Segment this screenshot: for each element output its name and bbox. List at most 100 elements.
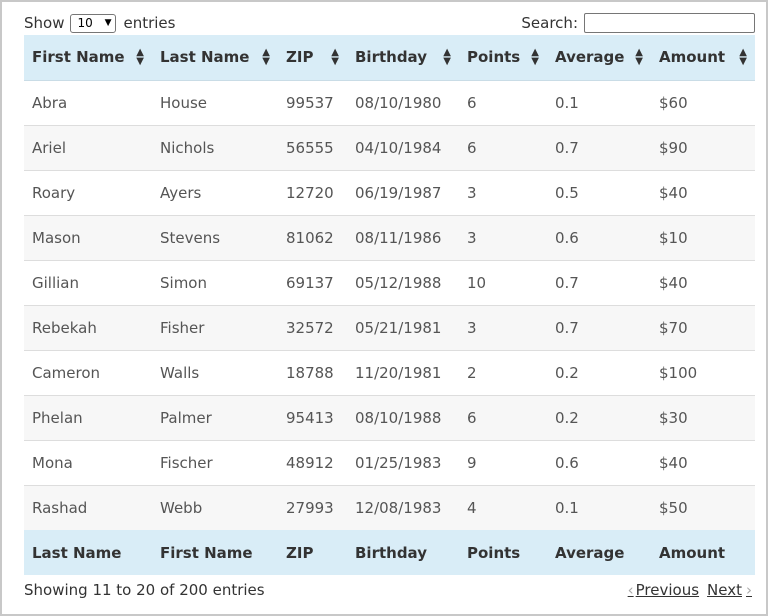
cell-zip: 27993 (278, 484, 347, 530)
cell-points: 3 (459, 169, 547, 215)
cell-zip: 99537 (286, 93, 334, 112)
footer-row: Last Name First Name ZIP Birthday Points… (24, 530, 755, 575)
column-header-amount[interactable]: Amount ▲ ▼ (651, 35, 755, 81)
cell-last-name: Nichols (152, 124, 278, 170)
cell-birthday: 12/08/1983 (347, 484, 459, 530)
chevron-down-icon: ▼ (104, 18, 112, 28)
footer-cell-points: Points (459, 530, 547, 575)
cell-zip: 18788 (278, 349, 347, 395)
column-header-last-name[interactable]: Last Name ▲ ▼ (152, 35, 278, 81)
sort-both-icon: ▲ ▼ (443, 47, 451, 68)
datatable-widget: Show 10 ▼ entries Search: First Name ▲ ▼ L… (0, 0, 768, 616)
table-info: Showing 11 to 20 of 200 entries (24, 581, 265, 599)
table-row: Phelan Palmer 95413 08/10/1988 6 0.2 $30 (24, 394, 755, 440)
show-label: Show (24, 14, 65, 32)
column-header-birthday[interactable]: Birthday ▲ ▼ (347, 35, 459, 81)
column-header-zip[interactable]: ZIP ▲ ▼ (278, 35, 347, 81)
cell-average: 0.1 (547, 484, 651, 530)
table-row: Abra House 99537 08/10/1980 6 0.1 $60 (24, 80, 755, 125)
footer-cell-amount: Amount (651, 530, 755, 575)
table-controls: Show 10 ▼ entries Search: (24, 12, 755, 34)
cell-birthday: 08/10/1988 (347, 394, 459, 440)
search-input[interactable] (584, 13, 755, 33)
column-header-average[interactable]: Average ▲ ▼ (547, 35, 651, 81)
cell-points: 9 (459, 439, 547, 485)
cell-last-name: Walls (152, 349, 278, 395)
cell-last-name: Webb (152, 484, 278, 530)
cell-amount: $60 (659, 93, 688, 112)
cell-last-name: Fisher (152, 304, 278, 350)
header-row: First Name ▲ ▼ Last Name ▲ ▼ ZIP ▲ ▼ Birthday ▲… (24, 35, 755, 81)
cell-last-name: Palmer (152, 394, 278, 440)
cell-last-name: Simon (152, 259, 278, 305)
cell-birthday: 04/10/1984 (347, 124, 459, 170)
cell-points: 6 (467, 93, 477, 112)
cell-birthday: 05/21/1981 (347, 304, 459, 350)
cell-first-name: Roary (24, 169, 152, 215)
cell-zip: 69137 (278, 259, 347, 305)
table-row: Rebekah Fisher 32572 05/21/1981 3 0.7 $7… (24, 304, 755, 350)
cell-first-name: Ariel (24, 124, 152, 170)
cell-birthday: 11/20/1981 (347, 349, 459, 395)
sort-both-icon: ▲ ▼ (136, 47, 144, 68)
cell-birthday: 06/19/1987 (347, 169, 459, 215)
previous-button[interactable]: ‹ Previous (628, 581, 699, 599)
entries-per-page-value: 10 (77, 16, 93, 30)
table-row: Roary Ayers 12720 06/19/1987 3 0.5 $40 (24, 169, 755, 215)
cell-zip: 32572 (278, 304, 347, 350)
cell-points: 4 (459, 484, 547, 530)
chevron-left-icon: ‹ (627, 581, 634, 599)
cell-points: 6 (459, 394, 547, 440)
cell-zip: 95413 (278, 394, 347, 440)
footer-cell-average: Average (547, 530, 651, 575)
cell-zip: 56555 (278, 124, 347, 170)
cell-average: 0.7 (547, 259, 651, 305)
next-button[interactable]: Next › (707, 581, 752, 599)
cell-first-name: Gillian (24, 259, 152, 305)
cell-average: 0.5 (547, 169, 651, 215)
cell-first-name: Cameron (24, 349, 152, 395)
sort-both-icon: ▲ ▼ (635, 47, 643, 68)
cell-points: 6 (459, 124, 547, 170)
cell-amount: $70 (651, 304, 755, 350)
cell-average: 0.6 (547, 439, 651, 485)
footer-cell-zip: ZIP (278, 530, 347, 575)
cell-first-name: Mona (24, 439, 152, 485)
cell-average: 0.7 (547, 304, 651, 350)
cell-zip: 12720 (278, 169, 347, 215)
length-control: Show 10 ▼ entries (24, 12, 175, 34)
sort-both-icon: ▲ ▼ (331, 47, 339, 68)
column-header-first-name[interactable]: First Name ▲ ▼ (24, 35, 152, 81)
sort-both-icon: ▲ ▼ (531, 47, 539, 68)
cell-average: 0.6 (547, 214, 651, 260)
cell-first-name: Mason (24, 214, 152, 260)
search-label: Search: (521, 14, 578, 32)
cell-last-name: House (160, 93, 208, 112)
cell-last-name: Stevens (152, 214, 278, 260)
column-header-points[interactable]: Points ▲ ▼ (459, 35, 547, 81)
cell-first-name: Rashad (24, 484, 152, 530)
footer-cell-last-name: Last Name (24, 530, 152, 575)
pagination: ‹ Previous Next › (628, 581, 752, 599)
chevron-right-icon: › (746, 581, 752, 599)
search-control: Search: (521, 12, 755, 34)
cell-amount: $40 (651, 259, 755, 305)
cell-amount: $90 (651, 124, 755, 170)
table-row: Rashad Webb 27993 12/08/1983 4 0.1 $50 (24, 484, 755, 530)
table-row: Mona Fischer 48912 01/25/1983 9 0.6 $40 (24, 439, 755, 485)
cell-average: 0.2 (547, 349, 651, 395)
entries-per-page-select[interactable]: 10 ▼ (70, 13, 117, 33)
table-row: Gillian Simon 69137 05/12/1988 10 0.7 $4… (24, 259, 755, 305)
cell-first-name: Rebekah (24, 304, 152, 350)
entries-label: entries (123, 14, 176, 32)
cell-first-name: Abra (32, 93, 68, 112)
table-row: Cameron Walls 18788 11/20/1981 2 0.2 $10… (24, 349, 755, 395)
cell-amount: $30 (651, 394, 755, 440)
sort-both-icon: ▲ ▼ (739, 47, 747, 68)
cell-amount: $100 (651, 349, 755, 395)
cell-average: 0.2 (547, 394, 651, 440)
footer-cell-birthday: Birthday (347, 530, 459, 575)
footer-cell-first-name: First Name (152, 530, 278, 575)
cell-amount: $10 (651, 214, 755, 260)
next-label: Next (707, 581, 742, 599)
